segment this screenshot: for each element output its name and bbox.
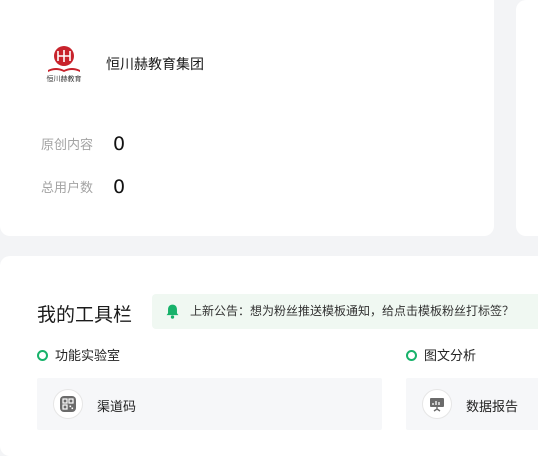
section-feature-lab: 功能实验室 xyxy=(37,348,120,366)
org-name: 恒川赫教育集团 xyxy=(106,57,204,73)
bell-icon xyxy=(166,304,179,319)
section-dot xyxy=(406,350,417,361)
svg-text:恒川赫教育: 恒川赫教育 xyxy=(47,74,82,83)
account-card xyxy=(0,0,494,236)
tool-data-report[interactable]: 数据报告 xyxy=(406,378,538,430)
section-dot xyxy=(37,350,48,361)
tool-label: 数据报告 xyxy=(466,400,519,415)
total-users-count: 0 xyxy=(113,176,126,198)
org-logo: 恒川赫教育 xyxy=(46,46,82,83)
original-content-count: 0 xyxy=(113,133,126,155)
section-article-analysis: 图文分析 xyxy=(406,348,476,366)
qrcode-icon xyxy=(53,389,83,419)
announcement-banner[interactable]: 上新公告：想为粉丝推送模板通知，给点击模板粉丝打标签？ xyxy=(152,294,538,329)
tool-channel-code[interactable]: 渠道码 xyxy=(37,378,382,430)
total-users-label: 总用户数 xyxy=(41,181,94,196)
toolbar-title: 我的工具栏 xyxy=(37,304,133,326)
tool-label: 渠道码 xyxy=(97,400,137,415)
presentation-chart-icon xyxy=(422,389,452,419)
side-card xyxy=(516,0,538,236)
original-content-label: 原创内容 xyxy=(41,138,94,153)
